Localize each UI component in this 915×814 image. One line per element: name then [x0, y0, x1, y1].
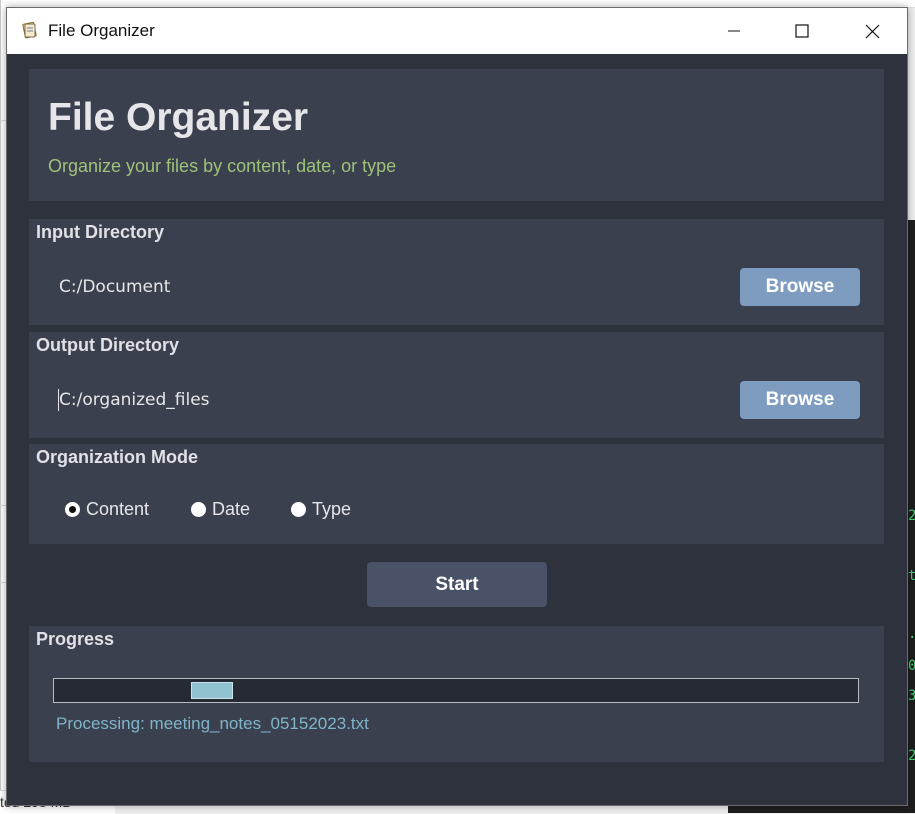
organization-mode-label: Organization Mode [36, 447, 198, 467]
input-directory-panel: Input Directory C:/Document Browse [29, 219, 884, 325]
radio-selected-icon[interactable] [65, 502, 80, 517]
minimize-button[interactable] [711, 8, 757, 54]
app-subtitle: Organize your files by content, date, or… [48, 156, 397, 176]
progress-indicator [191, 682, 233, 699]
close-icon [865, 24, 879, 38]
mode-radio-type[interactable]: Type [291, 499, 351, 520]
output-browse-button[interactable]: Browse [740, 381, 860, 419]
progress-status-text: Processing: meeting_notes_05152023.txt [56, 714, 369, 733]
output-directory-panel: Output Directory C:/organized_files Brow… [29, 332, 884, 438]
terminal-line: 2 [908, 748, 915, 764]
terminal-line: 2 [908, 508, 915, 524]
maximize-button[interactable] [779, 8, 825, 54]
terminal-line: 3 [908, 688, 915, 704]
mode-radio-label: Date [212, 499, 251, 519]
mode-radio-date[interactable]: Date [191, 499, 250, 520]
output-directory-field[interactable]: C:/organized_files [59, 390, 210, 410]
progress-label: Progress [36, 629, 115, 649]
start-button[interactable]: Start [367, 562, 547, 607]
progress-panel: Progress Processing: meeting_notes_05152… [29, 626, 884, 762]
mode-radio-label: Type [312, 499, 352, 519]
header-panel: File Organizer Organize your files by co… [29, 69, 884, 201]
radio-unselected-icon[interactable] [191, 502, 206, 517]
title-bar[interactable]: File Organizer [7, 8, 907, 54]
input-directory-field[interactable]: C:/Document [59, 277, 170, 297]
terminal-line: t [908, 568, 915, 584]
radio-unselected-icon[interactable] [291, 502, 306, 517]
close-button[interactable] [849, 8, 895, 54]
mode-radio-content[interactable]: Content [65, 499, 149, 520]
input-directory-label: Input Directory [36, 222, 165, 242]
window-content: File Organizer Organize your files by co… [7, 54, 907, 805]
file-organizer-window: File Organizer File Organizer Organize y… [6, 7, 908, 806]
progress-bar [53, 678, 859, 703]
terminal-line: 0 [908, 658, 915, 674]
mode-radio-label: Content [86, 499, 150, 519]
input-browse-button[interactable]: Browse [740, 268, 860, 306]
app-heading: File Organizer [48, 96, 309, 139]
organization-mode-panel: Organization Mode Content Date Type [29, 444, 884, 544]
output-directory-label: Output Directory [36, 335, 180, 355]
maximize-icon [795, 24, 809, 38]
window-title: File Organizer [48, 21, 155, 40]
minimize-icon [728, 30, 740, 32]
file-organizer-app-icon [21, 21, 39, 39]
terminal-line: . [908, 626, 915, 642]
